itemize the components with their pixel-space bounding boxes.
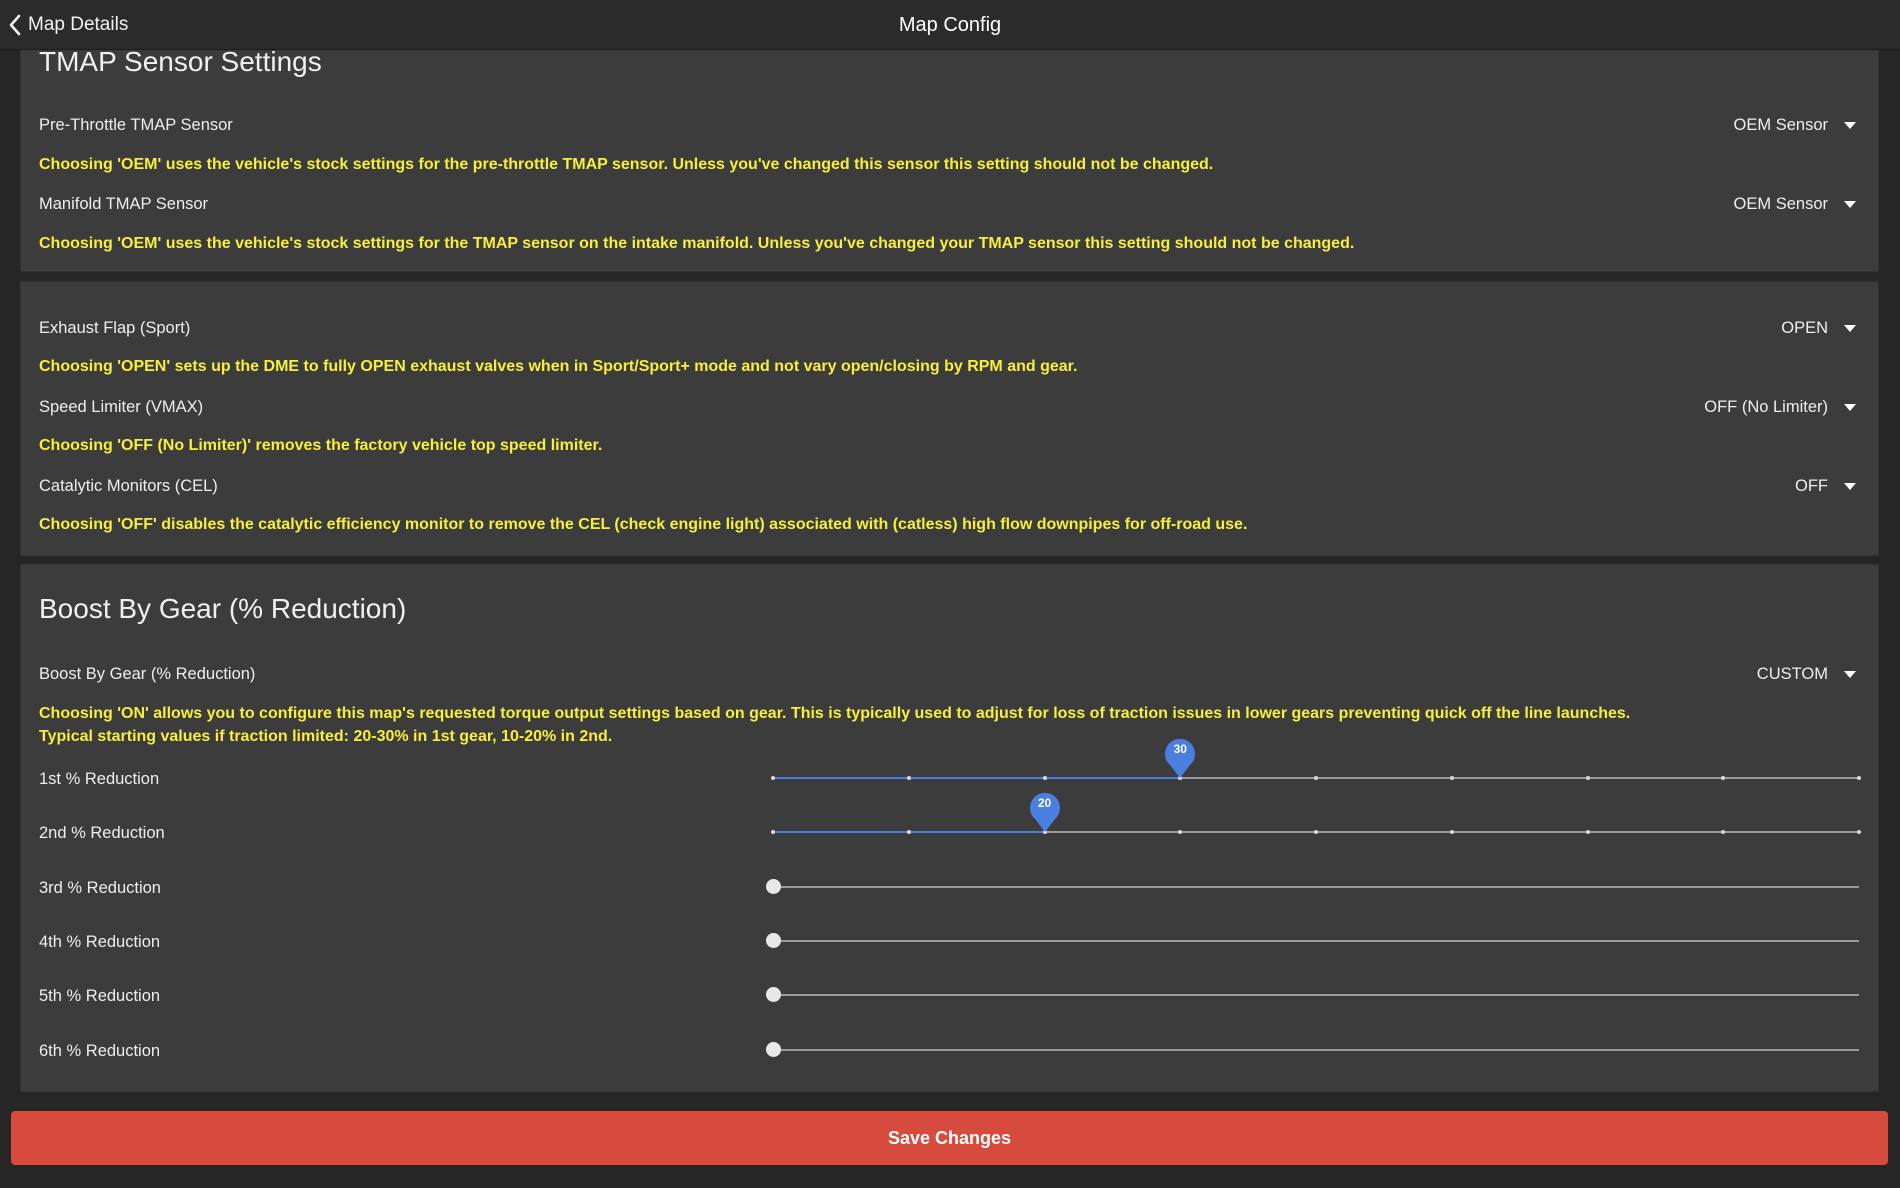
gear-4-label: 4th % Reduction — [39, 932, 161, 951]
pre-throttle-tmap-value: OEM Sensor — [1733, 115, 1828, 134]
chevron-left-icon — [8, 14, 22, 36]
manifold-tmap-label: Manifold TMAP Sensor — [39, 195, 209, 213]
speed-limiter-value: OFF (No Limiter) — [1704, 397, 1828, 416]
exhaust-flap-label: Exhaust Flap (Sport) — [39, 319, 191, 337]
gear-4-slider[interactable] — [766, 926, 1859, 956]
slider-tick — [1314, 776, 1318, 780]
slider-tick — [771, 776, 775, 780]
slider-thumb[interactable] — [766, 1041, 781, 1057]
exhaust-flap-select[interactable]: OPEN — [1781, 313, 1856, 343]
speed-limiter-select[interactable]: OFF (No Limiter) — [1704, 392, 1856, 422]
gear-5-label: 5th % Reduction — [39, 987, 161, 1006]
slider-track — [773, 994, 1859, 997]
slider-thumb[interactable] — [766, 932, 781, 948]
slider-value-label: 20 — [1037, 796, 1052, 811]
slider-tick — [906, 776, 911, 780]
back-label: Map Details — [28, 14, 129, 35]
slider-tick — [1449, 830, 1454, 835]
slider-tick — [1857, 830, 1861, 835]
gear-3-label: 3rd % Reduction — [39, 878, 161, 897]
manifold-tmap-select[interactable]: OEM Sensor — [1734, 189, 1856, 219]
slider-value-pin[interactable]: 20 — [1029, 789, 1061, 833]
slider-thumb[interactable] — [766, 987, 781, 1003]
boost-mode-label: Boost By Gear (% Reduction) — [39, 665, 256, 683]
back-button[interactable]: Map Details — [8, 0, 128, 50]
slider-tick — [1585, 830, 1590, 835]
caret-down-icon — [1844, 121, 1856, 129]
speed-limiter-label: Speed Limiter (VMAX) — [39, 398, 204, 416]
slider-tick — [1721, 776, 1726, 780]
boost-mode-select[interactable]: CUSTOM — [1757, 659, 1856, 689]
caret-down-icon — [1844, 200, 1856, 208]
boost-note-line2: Typical starting values if traction limi… — [39, 728, 613, 745]
save-changes-button[interactable]: Save Changes — [11, 1111, 1888, 1165]
slider-value-label: 30 — [1173, 742, 1187, 756]
caret-down-icon — [1844, 482, 1856, 490]
exhaust-flap-value: OPEN — [1781, 318, 1828, 337]
navigation-bar: Map Details Map Config — [0, 0, 1900, 50]
caret-down-icon — [1844, 670, 1856, 678]
slider-tick — [1178, 830, 1183, 835]
slider-tick — [1314, 830, 1318, 835]
exhaust-flap-note: Choosing 'OPEN' sets up the DME to fully… — [39, 358, 1078, 375]
gear-6-slider[interactable] — [766, 1035, 1859, 1065]
slider-tick — [1449, 776, 1454, 780]
catalytic-monitors-note: Choosing 'OFF' disables the catalytic ef… — [39, 516, 1248, 533]
gear-2-label: 2nd % Reduction — [39, 824, 165, 843]
slider-track — [773, 939, 1859, 942]
slider-tick — [1857, 776, 1861, 780]
features-card: Exhaust Flap (Sport) OPEN Choosing 'OPEN… — [20, 281, 1879, 556]
gear-5-slider[interactable] — [766, 980, 1859, 1010]
manifold-tmap-note: Choosing 'OEM' uses the vehicle's stock … — [39, 235, 1355, 252]
slider-tick — [1721, 830, 1726, 835]
page-title: Map Config — [898, 14, 1002, 36]
slider-value-pin[interactable]: 30 — [1164, 735, 1196, 778]
catalytic-monitors-value: OFF — [1795, 476, 1828, 495]
caret-down-icon — [1844, 324, 1856, 332]
pre-throttle-tmap-label: Pre-Throttle TMAP Sensor — [39, 116, 233, 134]
gear-3-slider[interactable] — [766, 872, 1859, 902]
caret-down-icon — [1844, 403, 1856, 411]
slider-tick — [906, 830, 911, 835]
gear-1-label: 1st % Reduction — [39, 770, 160, 788]
pre-throttle-tmap-note: Choosing 'OEM' uses the vehicle's stock … — [39, 156, 1214, 173]
speed-limiter-note: Choosing 'OFF (No Limiter)' removes the … — [39, 437, 603, 454]
slider-track — [773, 1048, 1859, 1051]
slider-tick — [1585, 776, 1590, 780]
catalytic-monitors-select[interactable]: OFF — [1795, 471, 1856, 501]
boost-by-gear-card: Boost By Gear (% Reduction) Boost By Gea… — [20, 564, 1879, 1092]
pre-throttle-tmap-select[interactable]: OEM Sensor — [1734, 110, 1856, 140]
slider-fill — [773, 777, 1181, 779]
manifold-tmap-value: OEM Sensor — [1733, 194, 1828, 213]
gear-2-slider[interactable]: 20 — [771, 793, 1861, 847]
gear-1-slider[interactable]: 30 — [771, 738, 1861, 793]
catalytic-monitors-label: Catalytic Monitors (CEL) — [39, 477, 218, 495]
slider-thumb[interactable] — [766, 878, 781, 894]
slider-tick — [771, 830, 775, 835]
tmap-heading: TMAP Sensor Settings — [39, 46, 322, 77]
slider-track — [773, 885, 1859, 888]
slider-tick — [1042, 776, 1047, 780]
boost-note-line1: Choosing 'ON' allows you to configure th… — [39, 705, 1631, 722]
gear-6-label: 6th % Reduction — [39, 1041, 161, 1060]
boost-heading: Boost By Gear (% Reduction) — [39, 593, 407, 624]
boost-mode-value: CUSTOM — [1756, 664, 1828, 683]
tmap-settings-card: TMAP Sensor Settings Pre-Throttle TMAP S… — [20, 40, 1879, 272]
